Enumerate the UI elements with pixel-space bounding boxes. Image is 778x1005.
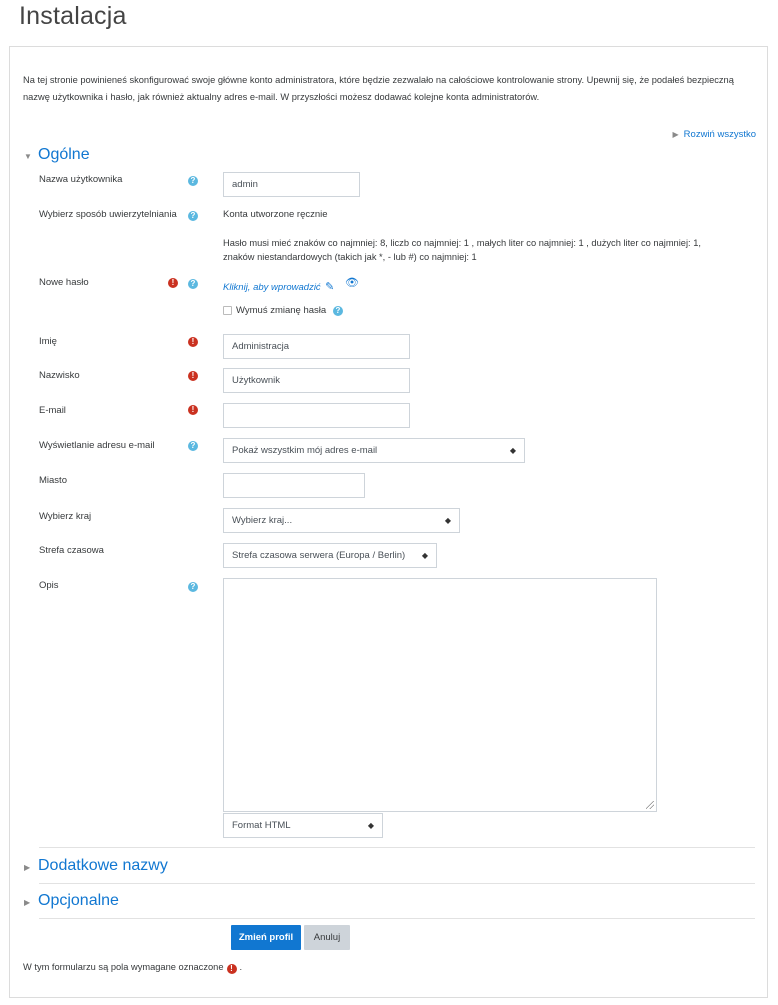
section-optional-title: Opcjonalne <box>38 892 119 909</box>
help-icon[interactable]: ? <box>188 211 198 221</box>
description-format-selected: Format HTML <box>232 820 291 831</box>
new-password-label: Nowe hasło <box>39 277 89 288</box>
pencil-icon[interactable]: ✎ <box>325 281 334 293</box>
up-down-caret-icon: ◆ <box>421 551 428 560</box>
resize-handle[interactable] <box>646 801 654 809</box>
timezone-select[interactable]: Strefa czasowa serwera (Europa / Berlin)… <box>223 543 437 568</box>
required-icon: ! <box>188 371 198 381</box>
city-label: Miasto <box>39 475 67 486</box>
required-note-after: . <box>239 962 243 972</box>
intro-text: Na tej stronie powinieneś skonfigurować … <box>23 75 734 102</box>
country-select[interactable]: Wybierz kraj... ◆ <box>223 508 460 533</box>
email-label: E-mail <box>39 405 66 416</box>
cancel-button[interactable]: Anuluj <box>304 925 350 950</box>
required-icon: ! <box>188 337 198 347</box>
triangle-right-icon: ▶ <box>24 898 31 907</box>
help-icon[interactable]: ? <box>188 582 198 592</box>
required-icon: ! <box>188 405 198 415</box>
password-policy-hint: Hasło musi mieć znaków co najmniej: 8, l… <box>223 236 763 264</box>
section-general-header[interactable]: ▼ Ogólne <box>24 146 90 164</box>
city-input[interactable] <box>223 473 365 498</box>
submit-button[interactable]: Zmień profil <box>231 925 301 950</box>
section-additional-names-header[interactable]: ▶ Dodatkowe nazwy <box>24 857 168 875</box>
required-icon: ! <box>226 964 237 974</box>
auth-value: Konta utworzone ręcznie <box>223 209 328 220</box>
up-down-caret-icon: ◆ <box>509 446 516 455</box>
force-password-change-label: Wymuś zmianę hasła <box>236 305 327 316</box>
username-input[interactable] <box>223 172 360 197</box>
username-label: Nazwa użytkownika <box>39 174 123 185</box>
up-down-caret-icon: ◆ <box>444 516 451 525</box>
description-label: Opis <box>39 580 59 591</box>
divider <box>39 847 755 848</box>
firstname-input[interactable] <box>223 334 410 359</box>
section-general-title: Ogólne <box>38 146 90 163</box>
password-policy-line2: znaków niestandardowych (takich jak *, -… <box>223 252 477 262</box>
section-additional-names-title: Dodatkowe nazwy <box>38 857 168 874</box>
new-password-edit[interactable]: Kliknij, aby wprowadzić ✎ <box>223 277 334 295</box>
divider <box>39 883 755 884</box>
triangle-right-icon: ▶ <box>24 863 31 872</box>
triangle-down-icon: ▼ <box>24 152 32 161</box>
expand-all-label: Rozwiń wszystko <box>683 129 756 140</box>
help-icon[interactable]: ? <box>188 176 198 186</box>
password-policy-line1: Hasło musi mieć znaków co najmniej: 8, l… <box>223 238 701 248</box>
triangle-right-icon: ▶ <box>672 130 679 139</box>
email-display-label: Wyświetlanie adresu e-mail <box>39 440 155 451</box>
country-selected: Wybierz kraj... <box>232 515 293 526</box>
up-down-caret-icon: ◆ <box>367 821 374 830</box>
required-icon: ! <box>168 278 178 288</box>
required-fields-note: W tym formularzu są pola wymagane oznacz… <box>23 962 242 974</box>
required-note-text: W tym formularzu są pola wymagane oznacz… <box>23 962 224 972</box>
page-title: Instalacja <box>19 2 127 30</box>
lastname-label: Nazwisko <box>39 370 80 381</box>
email-input[interactable] <box>223 403 410 428</box>
help-icon[interactable]: ? <box>333 306 343 316</box>
auth-label: Wybierz sposób uwierzytelniania <box>39 209 177 220</box>
force-password-change-checkbox[interactable] <box>223 306 232 315</box>
timezone-label: Strefa czasowa <box>39 545 104 556</box>
description-textarea[interactable] <box>223 578 657 812</box>
email-display-select[interactable]: Pokaż wszystkim mój adres e-mail ◆ <box>223 438 525 463</box>
country-label: Wybierz kraj <box>39 511 92 522</box>
description-format-select[interactable]: Format HTML ◆ <box>223 813 383 838</box>
email-display-selected: Pokaż wszystkim mój adres e-mail <box>232 445 378 456</box>
divider <box>39 918 755 919</box>
help-icon[interactable]: ? <box>188 279 198 289</box>
eye-icon[interactable]: 👁 <box>345 276 359 289</box>
timezone-selected: Strefa czasowa serwera (Europa / Berlin) <box>232 550 406 561</box>
lastname-input[interactable] <box>223 368 410 393</box>
new-password-link[interactable]: Kliknij, aby wprowadzić <box>223 282 321 293</box>
section-optional-header[interactable]: ▶ Opcjonalne <box>24 892 119 910</box>
firstname-label: Imię <box>39 336 57 347</box>
expand-all-link[interactable]: ▶ Rozwiń wszystko <box>673 129 756 140</box>
help-icon[interactable]: ? <box>188 441 198 451</box>
